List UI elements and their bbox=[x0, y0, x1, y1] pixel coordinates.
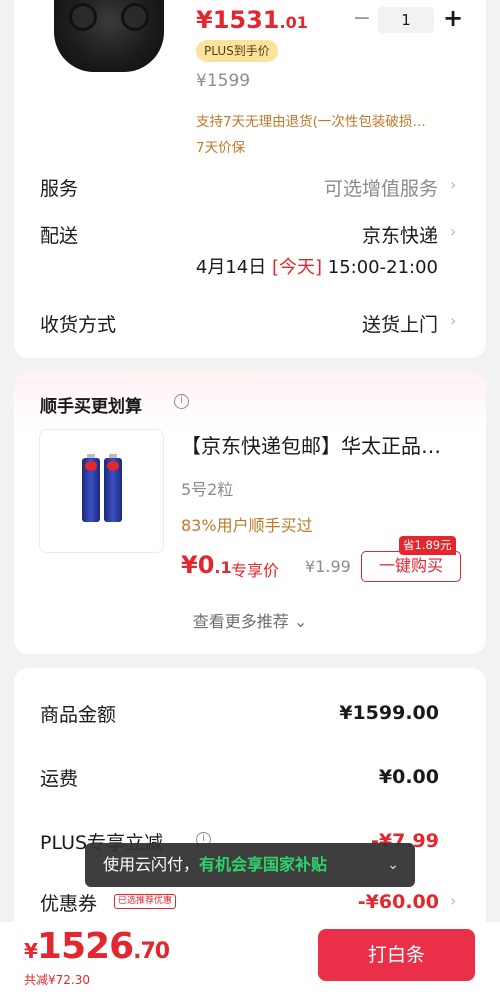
delivery-value[interactable]: 京东快递 bbox=[362, 221, 438, 248]
save-amount-badge: 省1.89元 bbox=[399, 536, 456, 555]
unionpay-subsidy-toast[interactable]: 使用云闪付，有机会享国家补贴 ⌄ bbox=[85, 843, 415, 887]
goods-amount-label: 商品金额 bbox=[40, 704, 117, 726]
toast-highlight: 有机会享国家补贴 bbox=[199, 855, 328, 874]
quantity-input[interactable]: 1 bbox=[378, 7, 434, 33]
recommend-product-image[interactable] bbox=[39, 429, 164, 553]
shipping-fee-label: 运费 bbox=[40, 768, 79, 790]
quantity-decrease-button[interactable]: − bbox=[352, 6, 372, 31]
recommend-buy-rate: 83%用户顺手买过 bbox=[181, 516, 313, 535]
delivery-time[interactable]: 4月14日 [今天] 15:00-21:00 bbox=[196, 253, 438, 279]
service-value[interactable]: 可选增值服务 bbox=[324, 174, 438, 201]
receive-chevron-icon[interactable]: › bbox=[450, 311, 456, 330]
toast-chevron-icon[interactable]: ⌄ bbox=[387, 843, 399, 887]
receive-method-value[interactable]: 送货上门 bbox=[362, 310, 438, 337]
coupon-value[interactable]: -¥60.00 bbox=[358, 891, 439, 913]
price-protection: 7天价保 bbox=[196, 140, 246, 156]
goods-amount-value: ¥1599.00 bbox=[339, 702, 439, 724]
recommend-title: 顺手买更划算 bbox=[40, 397, 142, 417]
plus-price-badge: PLUS到手价 bbox=[196, 40, 278, 62]
return-policy: 支持7天无理由退货(一次性包装破损… bbox=[196, 114, 426, 130]
delivery-label: 配送 bbox=[40, 225, 79, 247]
recommend-product-name[interactable]: 【京东快递包邮】华太正品5号电池 bbox=[181, 430, 441, 459]
recommended-coupon-tag: 已选推荐优惠 bbox=[114, 894, 177, 909]
battery-icon bbox=[82, 454, 100, 522]
product-image-earbuds[interactable] bbox=[54, 0, 164, 72]
info-icon[interactable]: i bbox=[174, 394, 189, 409]
see-more-recommendations-link[interactable]: 查看更多推荐 ⌄ bbox=[0, 608, 500, 632]
return-policy-text[interactable]: 支持7天无理由退货(一次性包装破损… 7天价保 bbox=[196, 109, 458, 161]
receive-method-label: 收货方式 bbox=[40, 314, 117, 336]
battery-icon bbox=[104, 454, 122, 522]
total-saved[interactable]: 共减¥72.30 bbox=[24, 971, 90, 988]
toast-text: 使用云闪付， bbox=[103, 855, 200, 874]
original-price: ¥1599 bbox=[196, 71, 251, 91]
service-label: 服务 bbox=[40, 178, 79, 200]
one-click-buy-button[interactable]: 一键购买 bbox=[361, 551, 461, 582]
total-price: ¥1526.70 bbox=[24, 926, 170, 967]
recommend-product-spec: 5号2粒 bbox=[181, 480, 234, 499]
shipping-fee-value: ¥0.00 bbox=[378, 766, 439, 788]
coupon-label: 优惠券 bbox=[40, 893, 98, 915]
pay-with-baitiao-button[interactable]: 打白条 bbox=[318, 929, 475, 981]
product-price: ¥1531.01 bbox=[196, 6, 308, 34]
quantity-increase-button[interactable]: + bbox=[442, 4, 464, 32]
coupon-chevron-icon[interactable]: › bbox=[450, 891, 456, 910]
exclusive-price-label: 专享价 bbox=[231, 561, 280, 580]
recommend-old-price: ¥1.99 bbox=[305, 557, 351, 576]
delivery-chevron-icon[interactable]: › bbox=[450, 222, 456, 241]
recommend-price: ¥0.1 bbox=[181, 551, 232, 579]
service-chevron-icon[interactable]: › bbox=[450, 175, 456, 194]
